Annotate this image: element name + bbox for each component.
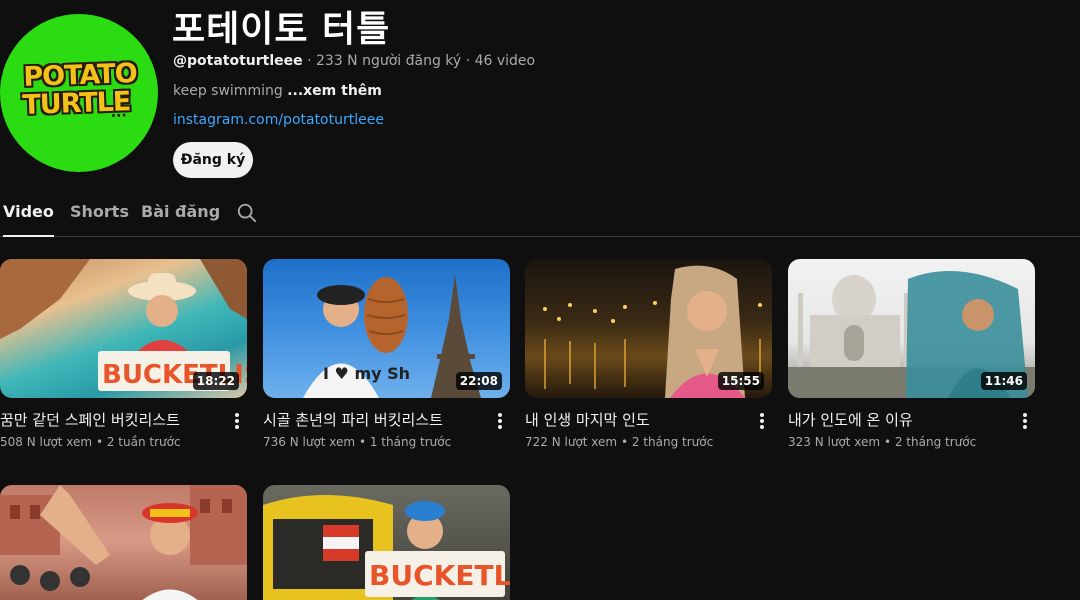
video-title[interactable]: 시골 촌년의 파리 버킷리스트	[263, 409, 443, 430]
meta-separator: ·	[302, 53, 316, 69]
more-options-icon[interactable]	[754, 411, 770, 431]
channel-tabs: Video Shorts Bài đăng	[0, 196, 1080, 237]
video-title[interactable]: 내 인생 마지막 인도	[525, 409, 650, 430]
video-card[interactable]: 15:55 내 인생 마지막 인도 722 N lượt xem • 2 thá…	[525, 259, 772, 449]
video-thumbnail[interactable]: I ♥ my Sh 22:08	[263, 259, 510, 398]
jaipur-scene-illustration	[0, 485, 247, 600]
video-card[interactable]: 11:46 내가 인도에 온 이유 323 N lượt xem • 2 thá…	[788, 259, 1035, 449]
video-info: 722 N lượt xem • 2 tháng trước	[525, 435, 714, 449]
upload-age: 2 tuần trước	[106, 435, 181, 449]
view-count: 323 N lượt xem	[788, 435, 881, 449]
sign-text: BUCKETLIST	[369, 559, 510, 592]
video-info: 323 N lượt xem • 2 tháng trước	[788, 435, 977, 449]
view-count: 736 N lượt xem	[263, 435, 356, 449]
video-card[interactable]: I ♥ my Sh 22:08 시골 촌년의 파리 버킷리스트 736 N lư…	[263, 259, 510, 449]
upload-age: 2 tháng trước	[894, 435, 977, 449]
channel-title: 포테이토 터틀	[172, 9, 391, 50]
more-options-icon[interactable]	[229, 411, 245, 431]
video-card[interactable]: BUCKETLIST 18:22 꿈만 같던 스페인 버킷리스트 508 N l…	[0, 259, 247, 449]
tab-shorts[interactable]: Shorts	[70, 202, 129, 235]
video-thumbnail[interactable]: BUCKETLIST	[263, 485, 510, 600]
channel-avatar[interactable]: POTATO TURTLE ...	[0, 14, 158, 172]
video-count: 46 video	[474, 53, 536, 69]
subscriber-count: 233 N người đăng ký	[316, 53, 462, 69]
video-info: 508 N lượt xem • 2 tuần trước	[0, 435, 181, 449]
video-duration: 22:08	[455, 372, 502, 390]
tab-video[interactable]: Video	[3, 202, 54, 237]
video-card[interactable]	[0, 485, 247, 600]
view-count: 722 N lượt xem	[525, 435, 618, 449]
video-duration: 15:55	[717, 372, 764, 390]
video-card[interactable]: BUCKETLIST	[263, 485, 510, 600]
channel-link[interactable]: instagram.com/potatoturtleee	[173, 112, 384, 128]
upload-age: 2 tháng trước	[631, 435, 714, 449]
video-thumbnail[interactable]: 11:46	[788, 259, 1035, 398]
meta-separator: ·	[461, 53, 475, 69]
more-options-icon[interactable]	[492, 411, 508, 431]
logo-dots: ...	[110, 104, 127, 121]
video-info: 736 N lượt xem • 1 tháng trước	[263, 435, 452, 449]
video-thumbnail[interactable]	[0, 485, 247, 600]
channel-handle: @potatoturtleee	[173, 53, 303, 69]
video-duration: 18:22	[192, 372, 239, 390]
channel-meta: @potatoturtleee · 233 N người đăng ký · …	[173, 53, 535, 69]
video-thumbnail[interactable]: BUCKETLIST 18:22	[0, 259, 247, 398]
subscribe-button[interactable]: Đăng ký	[173, 142, 253, 178]
tab-posts[interactable]: Bài đăng	[141, 202, 220, 235]
view-count: 508 N lượt xem	[0, 435, 93, 449]
channel-description[interactable]: keep swimming ...xem thêm	[173, 83, 382, 99]
video-duration: 11:46	[980, 372, 1027, 390]
video-thumbnail[interactable]: 15:55	[525, 259, 772, 398]
rickshaw-illustration: BUCKETLIST	[263, 495, 510, 600]
potato-turtle-logo: POTATO TURTLE ...	[22, 56, 137, 130]
video-title[interactable]: 내가 인도에 온 이유	[788, 409, 913, 430]
search-icon[interactable]	[236, 202, 258, 224]
upload-age: 1 tháng trước	[369, 435, 452, 449]
description-text: keep swimming	[173, 83, 283, 99]
shirt-text: I ♥ my Sh	[323, 364, 410, 383]
video-title[interactable]: 꿈만 같던 스페인 버킷리스트	[0, 409, 180, 430]
more-link[interactable]: ...xem thêm	[287, 83, 382, 99]
more-options-icon[interactable]	[1017, 411, 1033, 431]
